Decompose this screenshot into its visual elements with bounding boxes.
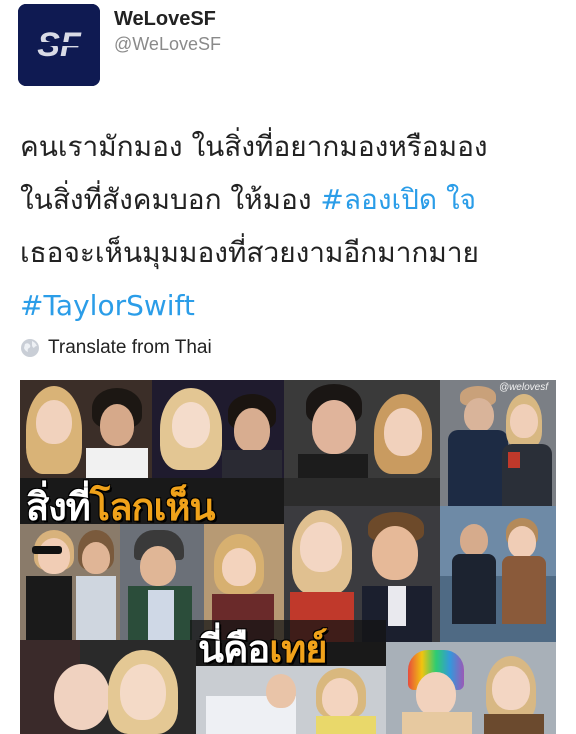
tweet-header: SF WeLoveSF @WeLoveSF <box>18 4 558 86</box>
photo-tile-3 <box>284 380 440 478</box>
tweet-body: คนเรามักมอง ในสิ่งที่อยากมองหรือมอง ในสิ… <box>20 120 560 332</box>
photo-tile-10 <box>440 506 556 642</box>
tweet-line-2-text: ในสิ่งที่สังคมบอก ให้มอง <box>20 183 321 216</box>
translate-button[interactable]: Translate from Thai <box>20 334 212 362</box>
media-watermark: @welovesf <box>498 382 548 393</box>
caption-bottom-white: นี่คือ <box>198 627 270 671</box>
tweet-line-1: คนเรามักมอง ในสิ่งที่อยากมองหรือมอง <box>20 130 488 163</box>
photo-tile-6 <box>20 524 120 640</box>
photo-tile-1 <box>20 380 152 478</box>
photo-tile-13 <box>386 642 556 734</box>
photo-tile-2 <box>152 380 284 478</box>
photo-tile-4 <box>440 380 556 506</box>
translate-label: Translate from Thai <box>48 337 212 358</box>
globe-icon <box>21 339 39 357</box>
photo-tile-11 <box>20 640 196 734</box>
caption-top-white: สิ่งที่ <box>26 485 91 529</box>
display-name[interactable]: WeLoveSF <box>114 8 216 31</box>
caption-top-orange: โลกเห็น <box>89 485 216 529</box>
caption-top: สิ่งที่โลกเห็น <box>26 476 216 537</box>
hashtag-link-open-heart[interactable]: #ลองเปิด ใจ <box>320 183 476 216</box>
avatar[interactable]: SF <box>18 4 100 86</box>
sf-logo-icon: SF <box>18 4 100 86</box>
photo-tile-5 <box>284 478 440 506</box>
tweet-line-2: ในสิ่งที่สังคมบอก ให้มอง #ลองเปิด ใจ <box>20 173 560 226</box>
tweet-line-3: เธอจะเห็นมุมมองที่สวยงามอีกมากมาย <box>20 236 479 269</box>
user-handle[interactable]: @WeLoveSF <box>114 34 221 55</box>
caption-bottom: นี่คือเทย์ <box>198 618 328 679</box>
tweet-photo[interactable]: @welovesf สิ่งที่โลกเห็น นี่คือเทย์ <box>20 380 556 734</box>
caption-bottom-orange: เทย์ <box>269 627 327 671</box>
hashtag-link-taylorswift[interactable]: #TaylorSwift <box>20 279 560 332</box>
